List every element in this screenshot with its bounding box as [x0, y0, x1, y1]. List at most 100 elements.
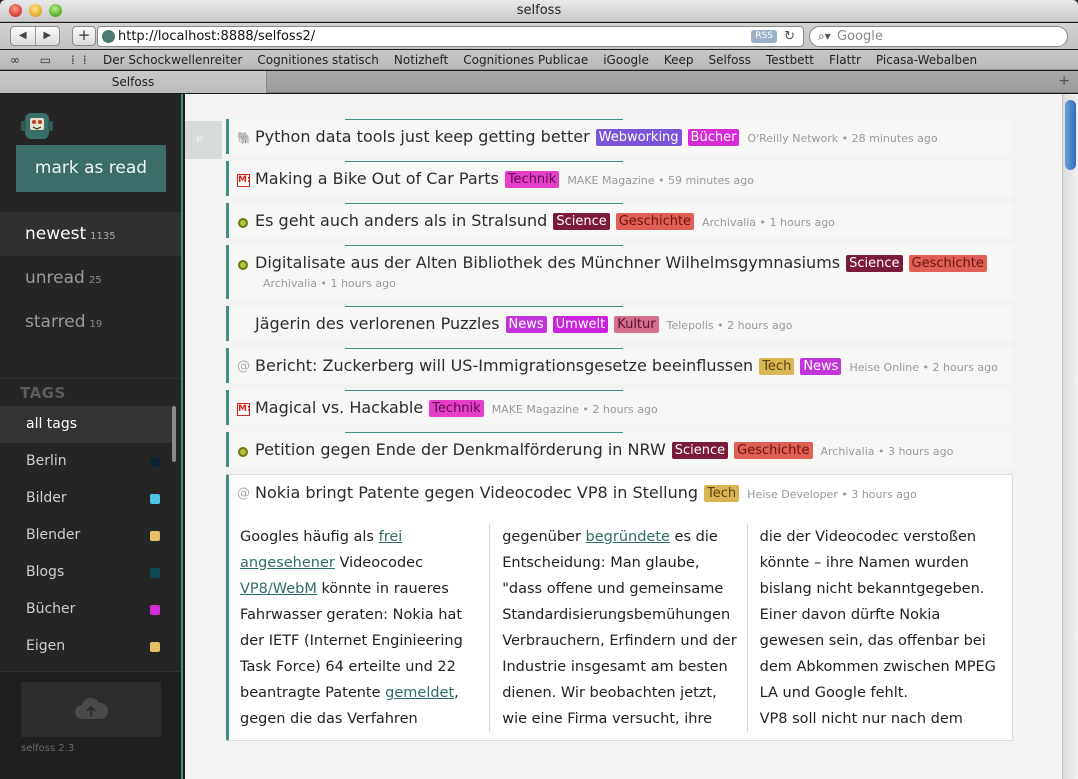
entry-tag[interactable]: Geschichte: [908, 255, 987, 272]
tag-item[interactable]: Blogs: [0, 554, 172, 591]
mark-as-read-button[interactable]: mark as read: [16, 145, 166, 192]
archivalia-icon: [238, 447, 248, 457]
search-field[interactable]: ⌕▾ Google: [809, 26, 1068, 47]
entry-divider: [345, 119, 623, 120]
entry-item[interactable]: Jägerin des verlorenen Puzzles News Umwelt…: [226, 306, 1013, 341]
bookmark-item[interactable]: Picasa-Webalben: [876, 50, 977, 70]
new-tab-icon[interactable]: +: [1058, 73, 1070, 89]
bookmark-item[interactable]: Der Schockwellenreiter: [103, 50, 242, 70]
entry-tag[interactable]: Umwelt: [552, 316, 609, 333]
filter-unread[interactable]: unread 25: [0, 256, 181, 300]
entry-title[interactable]: Digitalisate aus der Alten Bibliothek de…: [255, 253, 840, 272]
entry-tag[interactable]: Science: [671, 442, 729, 459]
entry-title[interactable]: Petition gegen Ende der Denkmalförderung…: [255, 440, 666, 459]
entry-title[interactable]: Python data tools just keep getting bett…: [255, 127, 590, 146]
tag-color-swatch: [150, 531, 160, 541]
entry-tag[interactable]: Geschichte: [734, 442, 813, 459]
scrollbar-thumb[interactable]: [1065, 100, 1076, 170]
tag-item[interactable]: Blender: [0, 517, 172, 554]
entry-meta: Heise Online • 2 hours ago: [849, 361, 998, 374]
reading-list-icons[interactable]: ∞ ▭ ⁞⁞: [10, 50, 95, 70]
entry-title[interactable]: Making a Bike Out of Car Parts: [255, 169, 499, 188]
reload-icon[interactable]: ↻: [784, 27, 795, 46]
entry-tag[interactable]: Bücher: [687, 129, 740, 146]
bookmark-item[interactable]: Cognitiones Publicae: [463, 50, 588, 70]
archivalia-icon: [238, 260, 248, 270]
bookmark-item[interactable]: Keep: [664, 50, 694, 70]
entry-meta: MAKE Magazine • 2 hours ago: [491, 403, 658, 416]
entry-item[interactable]: M: Making a Bike Out of Car Parts Technik M…: [226, 161, 1013, 196]
back-button[interactable]: ◀: [11, 27, 36, 45]
rss-button[interactable]: RSS: [751, 30, 777, 43]
article-column: gegenüber begründete es die Entscheidung…: [489, 524, 746, 732]
bookmark-item[interactable]: Notizheft: [394, 50, 448, 70]
search-toggle-button[interactable]: ⌕: [185, 121, 222, 159]
tag-item[interactable]: all tags: [0, 406, 172, 443]
sync-button[interactable]: [21, 682, 161, 737]
filter-starred[interactable]: starred 19: [0, 300, 181, 344]
entry-meta: O'Reilly Network • 28 minutes ago: [747, 132, 938, 145]
entry-item-open[interactable]: @ Nokia bringt Patente gegen Videocodec V…: [226, 474, 1013, 741]
entry-tag[interactable]: Science: [553, 213, 610, 230]
entry-item[interactable]: 🐘 Python data tools just keep getting bet…: [226, 119, 1013, 154]
entry-stream: ⌕ 🐘 Python data tools just keep getting b…: [185, 94, 1062, 779]
entry-title[interactable]: Bericht: Zuckerberg will US-Immigrations…: [255, 356, 753, 375]
tag-item[interactable]: Eigen: [0, 628, 172, 665]
forward-button[interactable]: ▶: [36, 27, 60, 45]
entry-tag[interactable]: News: [505, 316, 547, 333]
minimize-window-button[interactable]: [29, 4, 42, 17]
entry-divider: [345, 432, 623, 433]
close-window-button[interactable]: [9, 4, 22, 17]
entry-item[interactable]: M: Magical vs. Hackable Technik MAKE Magazi…: [226, 390, 1013, 425]
add-bookmark-button[interactable]: +: [72, 26, 96, 46]
entry-item[interactable]: Petition gegen Ende der Denkmalförderung…: [226, 432, 1013, 467]
entry-item[interactable]: @ Bericht: Zuckerberg will US-Immigration…: [226, 348, 1013, 383]
entry-tag[interactable]: Tech: [704, 485, 740, 502]
tag-list-scrollbar[interactable]: [172, 406, 176, 462]
app-version: selfoss 2.3: [21, 743, 75, 754]
entry-tag[interactable]: Technik: [429, 400, 484, 417]
tag-item[interactable]: Berlin: [0, 443, 172, 480]
entry-title[interactable]: Jägerin des verlorenen Puzzles: [255, 314, 500, 333]
entry-tag[interactable]: Webworking: [595, 129, 682, 146]
tag-item[interactable]: Bücher: [0, 591, 172, 628]
entry-tag[interactable]: Geschichte: [615, 213, 695, 230]
article-link[interactable]: frei angesehener: [240, 529, 402, 571]
entry-tag[interactable]: Kultur: [614, 316, 659, 333]
bookmark-list: Der Schockwellenreiter Cognitiones statis…: [103, 50, 977, 70]
tab-bar: Selfoss +: [0, 71, 1078, 93]
window-titlebar: selfoss: [0, 0, 1078, 22]
tag-color-swatch: [150, 605, 160, 615]
tab-selfoss[interactable]: Selfoss: [0, 71, 267, 93]
entry-tag[interactable]: Technik: [504, 171, 560, 188]
tag-item[interactable]: Bilder: [0, 480, 172, 517]
oreilly-icon: 🐘: [237, 131, 252, 145]
article-link[interactable]: begründete: [586, 529, 670, 545]
entry-item[interactable]: Digitalisate aus der Alten Bibliothek de…: [226, 245, 1013, 299]
entry-divider: [345, 390, 623, 391]
entry-title[interactable]: Es geht auch anders als in Stralsund: [255, 211, 547, 230]
entry-divider: [345, 306, 623, 307]
entry-divider: [345, 348, 623, 349]
entry-title[interactable]: Magical vs. Hackable: [255, 398, 423, 417]
bookmark-item[interactable]: Testbett: [766, 50, 814, 70]
selfoss-logo-icon: [21, 113, 53, 139]
filter-newest[interactable]: newest 1135: [0, 212, 181, 256]
article-link[interactable]: VP8/WebM: [240, 581, 317, 597]
article-link[interactable]: gemeldet: [385, 685, 454, 701]
entry-divider: [345, 245, 623, 246]
entry-tag[interactable]: News: [800, 358, 842, 375]
search-placeholder: Google: [837, 29, 883, 44]
bookmark-item[interactable]: iGoogle: [603, 50, 649, 70]
bookmark-item[interactable]: Selfoss: [709, 50, 751, 70]
entry-tag[interactable]: Science: [846, 255, 903, 272]
page-scrollbar[interactable]: [1062, 94, 1078, 779]
entry-item[interactable]: Es geht auch anders als in Stralsund Scie…: [226, 203, 1013, 238]
entry-meta: Heise Developer • 3 hours ago: [747, 488, 917, 501]
zoom-window-button[interactable]: [49, 4, 62, 17]
bookmark-item[interactable]: Cognitiones statisch: [257, 50, 379, 70]
entry-title[interactable]: Nokia bringt Patente gegen Videocodec VP…: [255, 483, 698, 502]
entry-tag[interactable]: Tech: [759, 358, 795, 375]
bookmark-item[interactable]: Flattr: [829, 50, 861, 70]
address-bar[interactable]: http://localhost:8888/selfoss2/ RSS ↻: [97, 26, 804, 47]
